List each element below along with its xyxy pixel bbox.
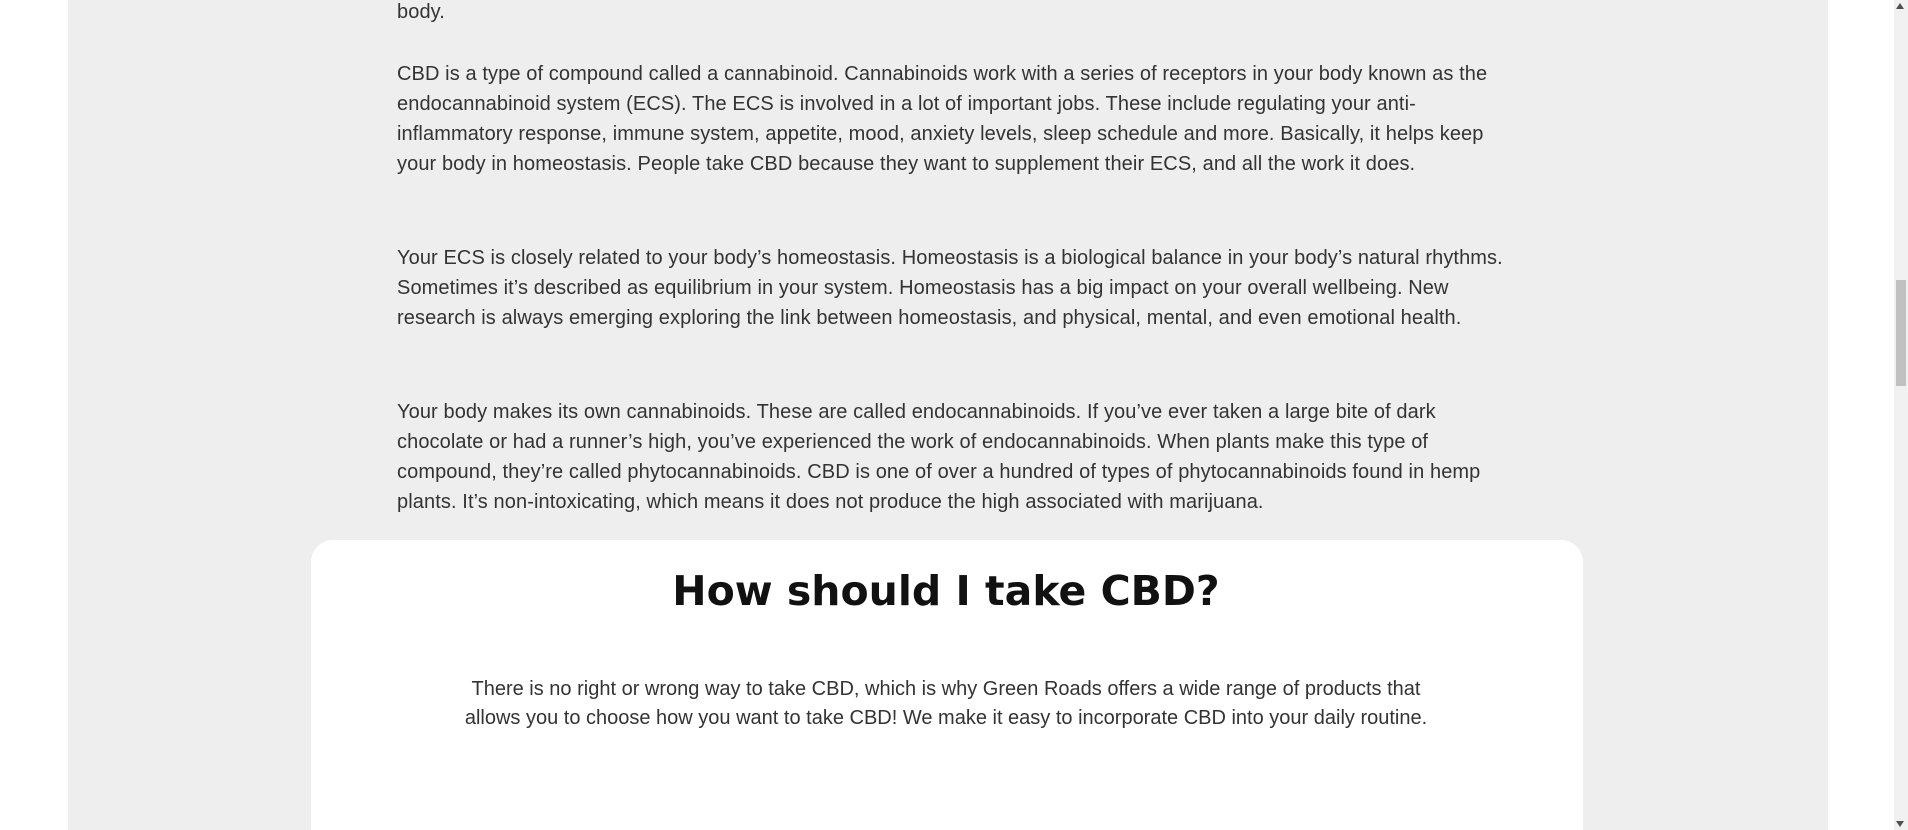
page: body. CBD is a type of compound called a…: [0, 0, 1908, 830]
article-paragraph: Your ECS is closely related to your body…: [397, 247, 1503, 329]
scroll-down-arrow-icon[interactable]: [1896, 821, 1904, 827]
section-description: There is no right or wrong way to take C…: [464, 678, 1428, 729]
article-paragraph: body.: [397, 1, 445, 23]
section-title: How should I take CBD?: [672, 567, 1220, 615]
article-paragraph: CBD is a type of compound called a canna…: [397, 63, 1488, 175]
article-paragraph: Your body makes its own cannabinoids. Th…: [397, 401, 1481, 513]
vertical-scrollbar[interactable]: [1894, 0, 1908, 830]
scroll-up-arrow-icon[interactable]: [1896, 3, 1904, 9]
scroll-thumb[interactable]: [1896, 280, 1906, 386]
